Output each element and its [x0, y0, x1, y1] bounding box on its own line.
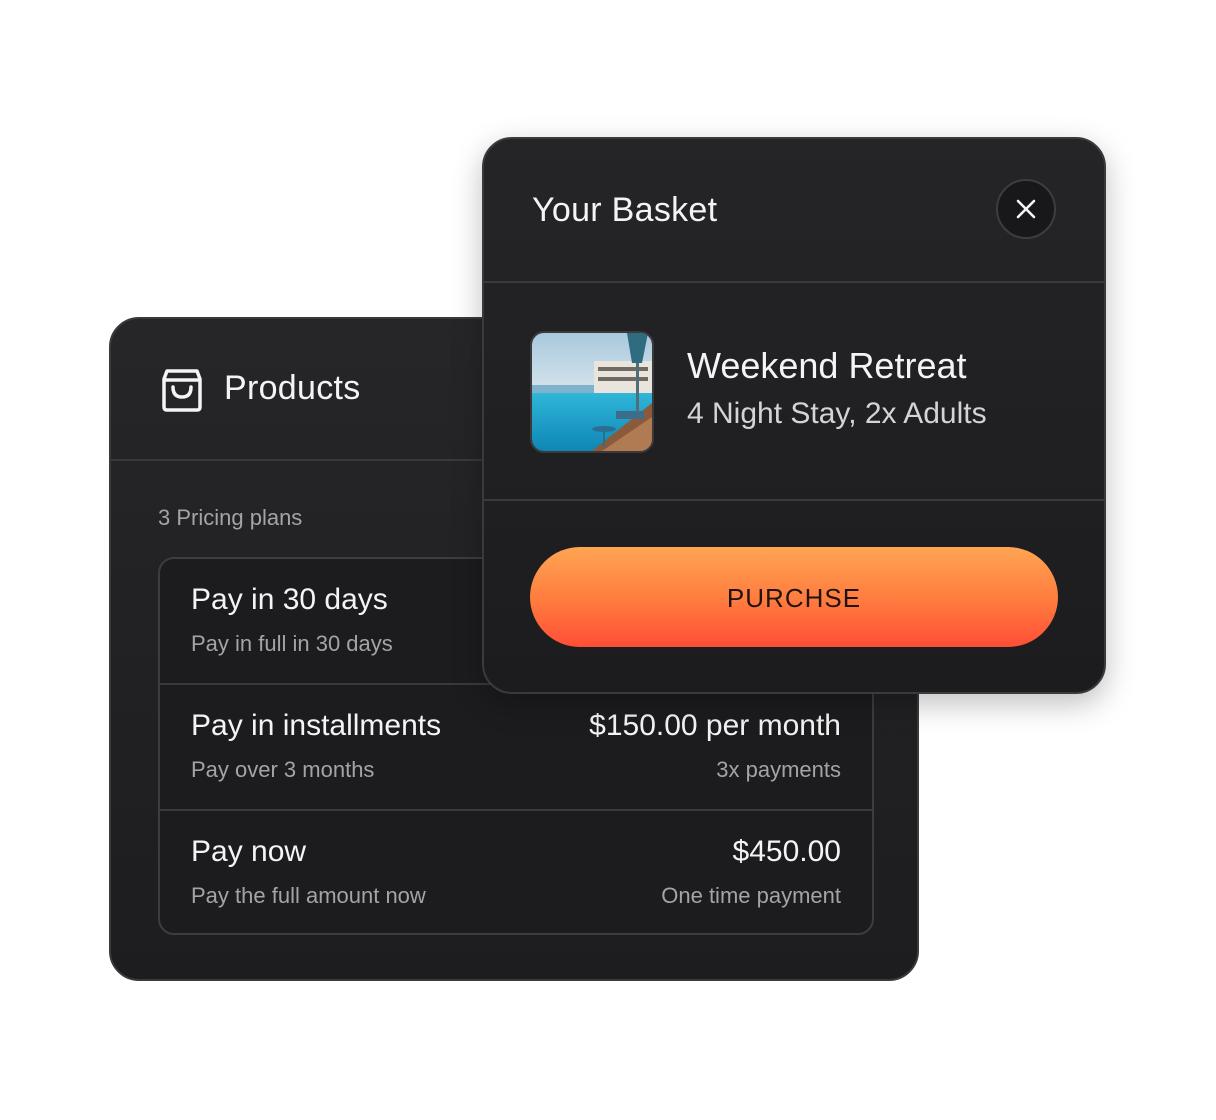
plan-row-pay-now[interactable]: Pay now Pay the full amount now $450.00 … — [160, 811, 872, 933]
basket-item: Weekend Retreat 4 Night Stay, 2x Adults — [484, 283, 1104, 501]
item-subtitle: 4 Night Stay, 2x Adults — [687, 397, 987, 430]
plan-title: Pay now — [191, 835, 307, 868]
plan-subtitle: Pay in full in 30 days — [191, 631, 393, 656]
basket-header: Your Basket — [484, 139, 1104, 283]
plan-subtitle: Pay the full amount now — [191, 883, 426, 908]
products-title: Products — [224, 369, 361, 407]
stage: Products 3 Pricing plans Pay in 30 days … — [0, 0, 1216, 1120]
purchase-button[interactable]: PURCHSE — [530, 547, 1058, 647]
basket-title: Your Basket — [532, 191, 718, 229]
plan-price: $450.00 — [732, 835, 841, 868]
plan-price-note: 3x payments — [716, 757, 841, 782]
plan-price-note: One time payment — [661, 883, 841, 908]
item-title: Weekend Retreat — [687, 345, 967, 386]
plan-subtitle: Pay over 3 months — [191, 757, 375, 782]
plan-title: Pay in installments — [191, 709, 442, 742]
close-button[interactable] — [996, 179, 1056, 239]
basket-card: Your Basket Weekend Retreat 4 Night Stay… — [482, 137, 1106, 694]
shopping-bag-icon — [162, 369, 202, 412]
resort-pool-image — [530, 331, 654, 453]
plan-price: $150.00 per month — [589, 709, 841, 742]
close-icon — [1016, 199, 1036, 219]
pricing-plans-count: 3 Pricing plans — [158, 505, 303, 530]
plan-title: Pay in 30 days — [191, 583, 388, 616]
plan-row-pay-in-installments[interactable]: Pay in installments Pay over 3 months $1… — [160, 685, 872, 811]
